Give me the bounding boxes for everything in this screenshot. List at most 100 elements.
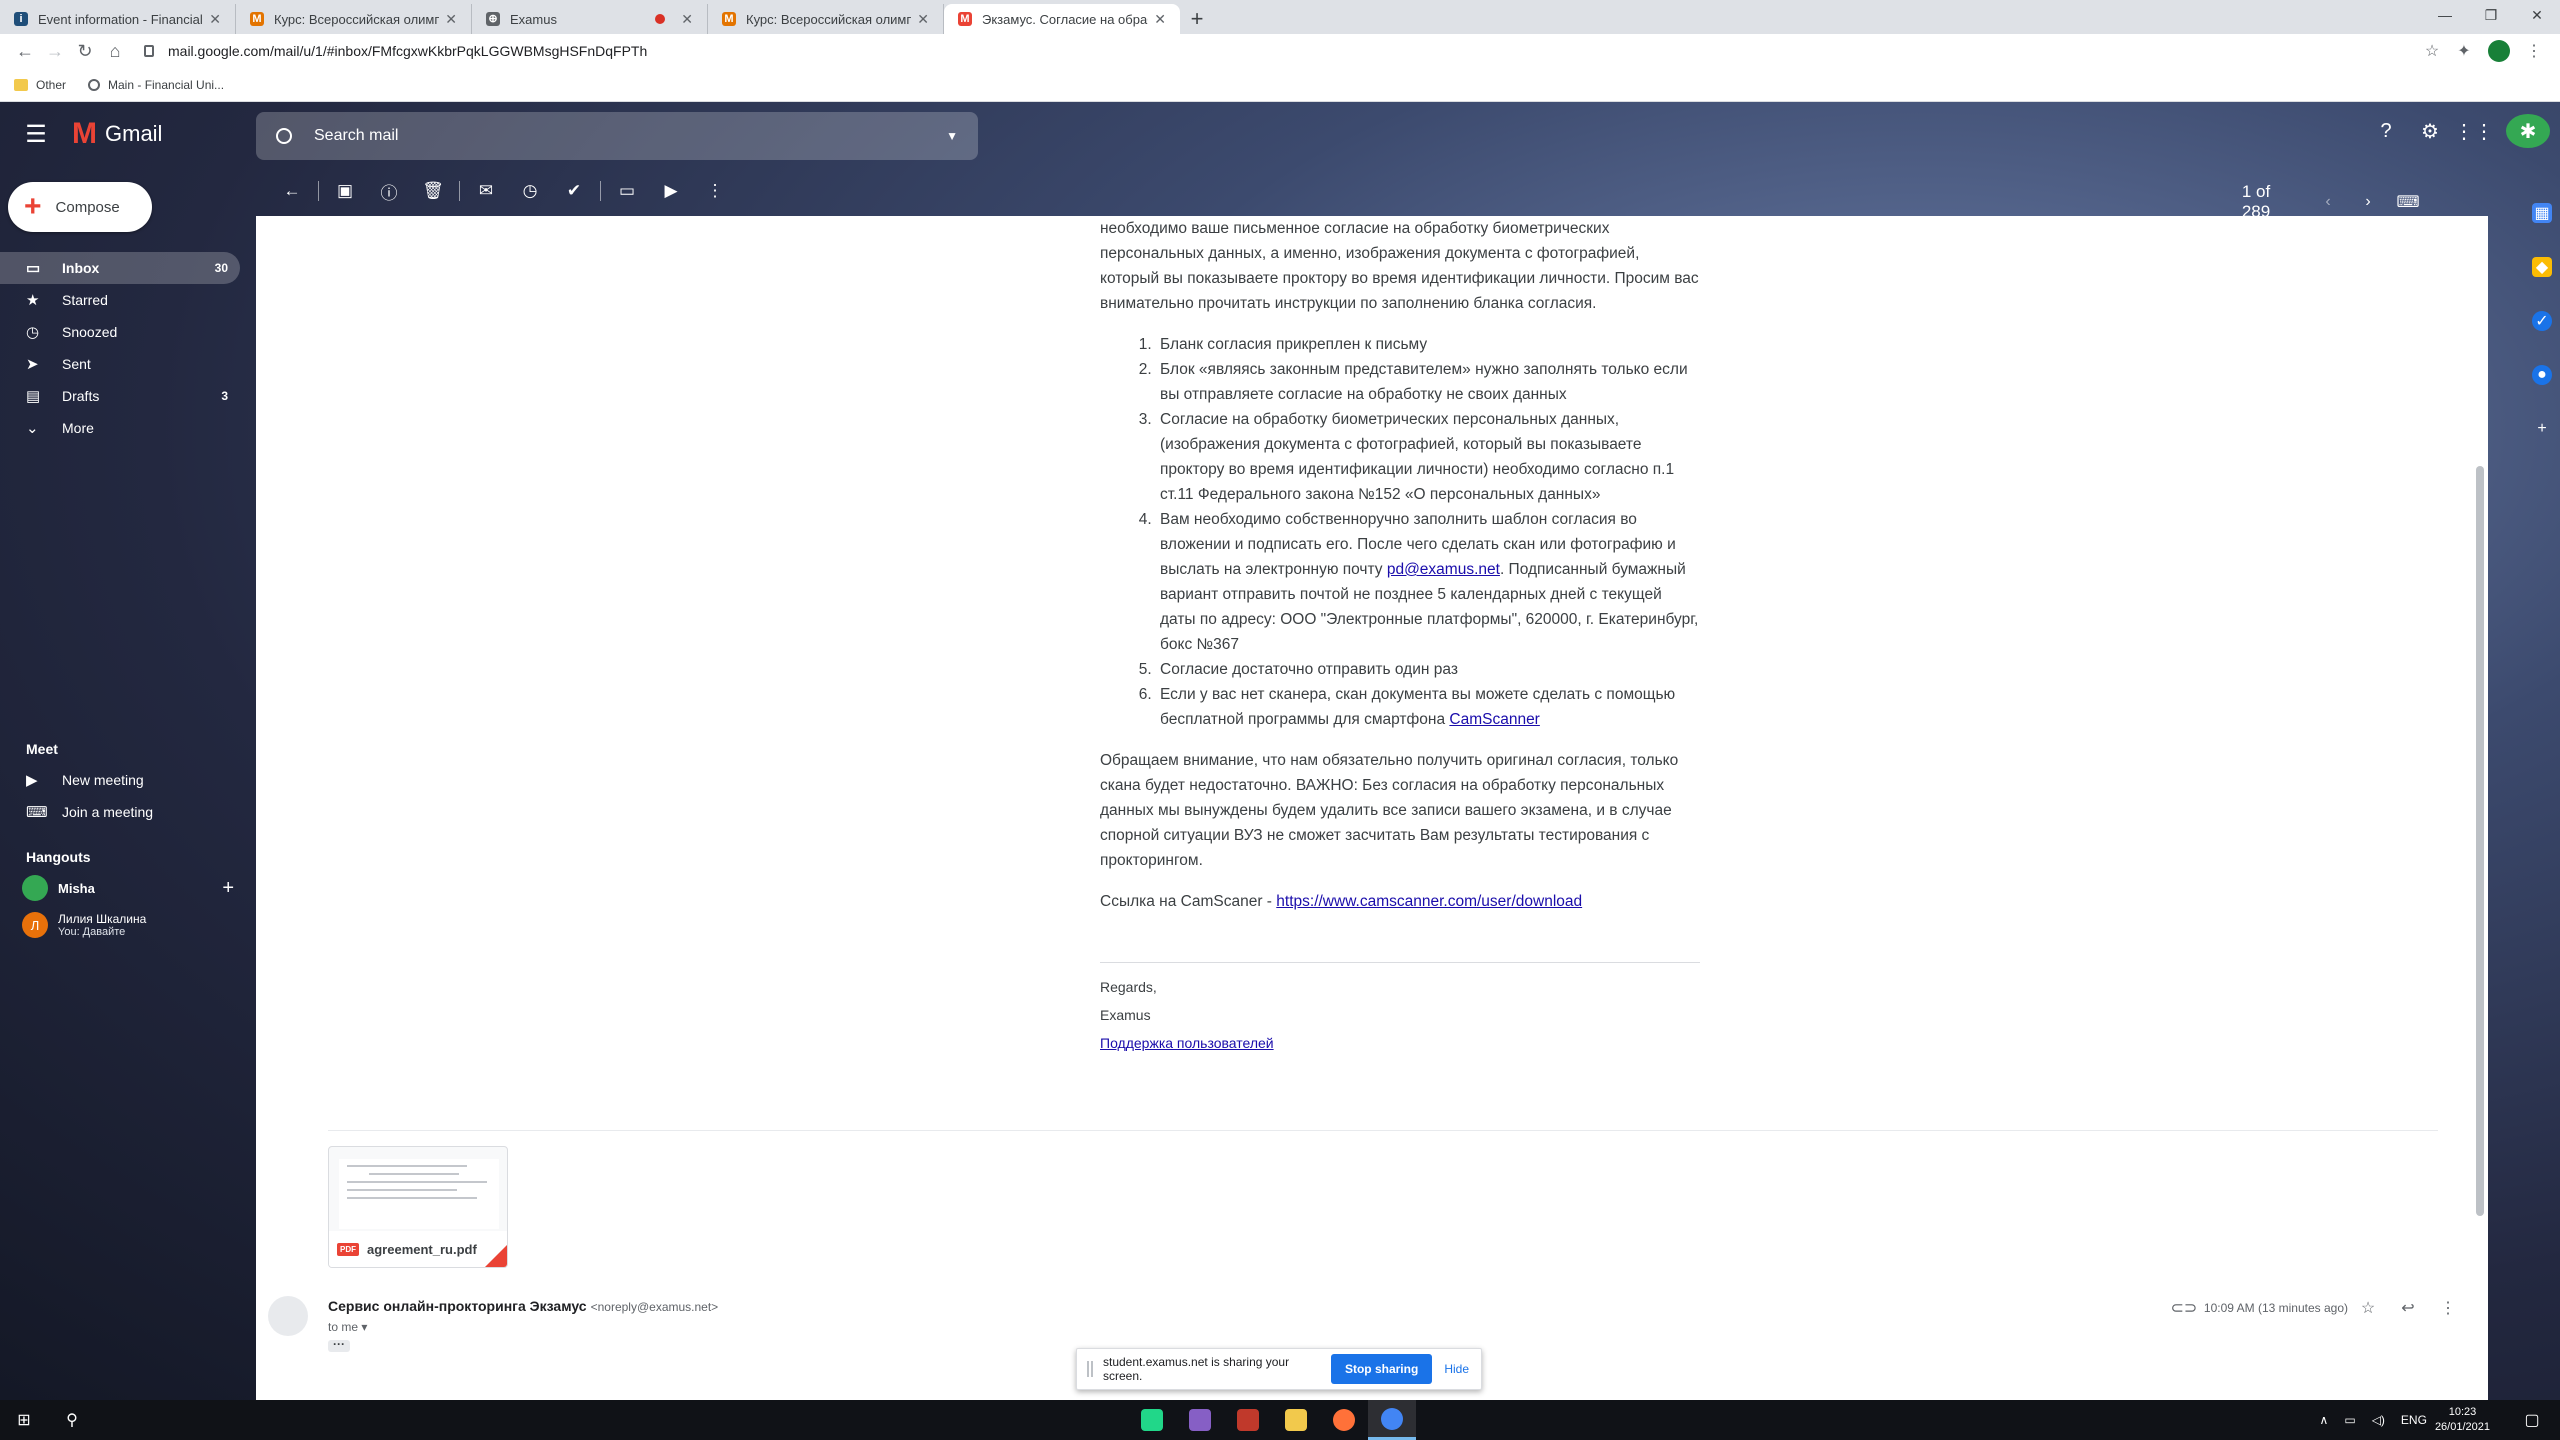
- close-tab-icon[interactable]: ✕: [681, 11, 693, 28]
- nav-label: More: [62, 420, 94, 436]
- close-tab-icon[interactable]: ✕: [445, 11, 457, 28]
- camscanner-download-link[interactable]: https://www.camscanner.com/user/download: [1276, 893, 1582, 910]
- search-icon[interactable]: ⚲: [48, 1410, 96, 1430]
- reload-icon[interactable]: ↻: [70, 37, 100, 65]
- browser-tab[interactable]: M Курс: Всероссийская олимпиада ✕: [708, 4, 944, 34]
- recipient-details[interactable]: to me ▾: [328, 1320, 367, 1334]
- gear-icon[interactable]: ⚙: [2408, 119, 2452, 144]
- browser-tab[interactable]: M Курс: Всероссийская олимпиада ✕: [236, 4, 472, 34]
- browser-tab-active[interactable]: M Экзамус. Согласие на обработк ✕: [944, 4, 1180, 34]
- newer-icon[interactable]: ‹: [2308, 193, 2348, 211]
- close-tab-icon[interactable]: ✕: [917, 11, 929, 28]
- url-field[interactable]: mail.google.com/mail/u/1/#inbox/FMfcgxwK…: [130, 37, 2416, 65]
- nav-item-starred[interactable]: ★ Starred: [0, 284, 240, 316]
- main-menu-icon[interactable]: ☰: [0, 120, 72, 149]
- more-options-icon[interactable]: ⋮: [693, 181, 737, 201]
- search-icon[interactable]: [276, 128, 292, 144]
- new-meeting-link[interactable]: ▶ New meeting: [0, 764, 240, 796]
- scrollbar[interactable]: [2476, 466, 2484, 1216]
- minimize-icon[interactable]: —: [2422, 0, 2468, 30]
- more-options-icon[interactable]: ⋮: [2428, 1298, 2468, 1318]
- add-chat-icon[interactable]: +: [222, 877, 234, 900]
- chrome-icon[interactable]: [1368, 1400, 1416, 1440]
- clock[interactable]: 10:23 26/01/2021: [2435, 1405, 2490, 1435]
- close-tab-icon[interactable]: ✕: [1154, 11, 1166, 28]
- attachment-card[interactable]: PDF agreement_ru.pdf: [328, 1146, 508, 1268]
- star-icon[interactable]: ☆: [2348, 1298, 2388, 1318]
- contacts-icon[interactable]: ●: [2532, 365, 2552, 385]
- settings-app-icon[interactable]: [1224, 1400, 1272, 1440]
- apps-grid-icon[interactable]: ⋮⋮: [2452, 119, 2496, 144]
- close-tab-icon[interactable]: ✕: [209, 11, 221, 28]
- search-input[interactable]: Search mail: [314, 127, 946, 145]
- hangouts-heading: Hangouts: [26, 849, 91, 865]
- keep-icon[interactable]: ◆: [2532, 257, 2552, 277]
- archive-icon[interactable]: ▣: [323, 181, 367, 201]
- nav-item-sent[interactable]: ➤ Sent: [0, 348, 240, 380]
- divider: [459, 181, 460, 201]
- camscanner-link[interactable]: CamScanner: [1449, 711, 1539, 728]
- hangouts-user[interactable]: Misha +: [0, 872, 256, 904]
- nav-item-more[interactable]: ⌄ More: [0, 412, 240, 444]
- bookmark-star-icon[interactable]: ☆: [2416, 41, 2448, 61]
- header-icons: ? ⚙ ⋮⋮ ✱: [2364, 114, 2560, 148]
- stop-sharing-button[interactable]: Stop sharing: [1330, 1354, 1433, 1384]
- home-icon[interactable]: ⌂: [100, 37, 130, 65]
- attachment-clip-icon: ⊂⊃: [2170, 1300, 2198, 1317]
- volume-icon[interactable]: ◁): [2372, 1413, 2385, 1427]
- show-trimmed-icon[interactable]: ···: [328, 1338, 350, 1352]
- forward-icon[interactable]: →: [40, 37, 70, 65]
- report-spam-icon[interactable]: ⓘ: [367, 179, 411, 204]
- back-to-inbox-icon[interactable]: ←: [270, 181, 314, 201]
- gmail-logo[interactable]: M Gmail: [72, 117, 256, 151]
- bookmark-folder[interactable]: Other: [14, 78, 66, 92]
- account-avatar[interactable]: ✱: [2506, 114, 2550, 148]
- calendar-icon[interactable]: ▦: [2532, 203, 2552, 223]
- network-icon[interactable]: ▭: [2344, 1413, 2355, 1427]
- add-addon-icon[interactable]: +: [2532, 419, 2552, 439]
- language-indicator[interactable]: ENG: [2401, 1413, 2427, 1427]
- nav-item-drafts[interactable]: ▤ Drafts 3: [0, 380, 240, 412]
- nav-item-inbox[interactable]: ▭ Inbox 30: [0, 252, 240, 284]
- move-to-icon[interactable]: ▭: [605, 181, 649, 201]
- notifications-icon[interactable]: ▢: [2512, 1410, 2552, 1430]
- browser-tab[interactable]: ⊕ Examus ✕: [472, 4, 708, 34]
- delete-icon[interactable]: 🗑: [411, 181, 455, 201]
- reply-icon[interactable]: ↩: [2388, 1298, 2428, 1318]
- help-icon[interactable]: ?: [2364, 120, 2408, 143]
- visual-studio-icon[interactable]: [1176, 1400, 1224, 1440]
- list-item: Вам необходимо собственноручно заполнить…: [1156, 507, 1700, 657]
- close-window-icon[interactable]: ✕: [2514, 0, 2560, 30]
- join-meeting-link[interactable]: ⌨ Join a meeting: [0, 796, 240, 828]
- drag-handle-icon[interactable]: [1087, 1361, 1093, 1377]
- tray-chevron-icon[interactable]: ∧: [2320, 1413, 2329, 1427]
- older-icon[interactable]: ›: [2348, 193, 2388, 211]
- chrome-menu-icon[interactable]: ⋮: [2518, 41, 2550, 61]
- snooze-icon[interactable]: ◷: [508, 181, 552, 201]
- windows-start-icon[interactable]: ⊞: [0, 1410, 48, 1430]
- tasks-icon[interactable]: ✓: [2532, 311, 2552, 331]
- browser-tab[interactable]: i Event information - Financial Uni ✕: [0, 4, 236, 34]
- pycharm-icon[interactable]: [1128, 1400, 1176, 1440]
- search-options-icon[interactable]: ▼: [946, 129, 958, 143]
- bookmark-item[interactable]: Main - Financial Uni...: [88, 78, 224, 92]
- search-bar[interactable]: Search mail ▼: [256, 112, 978, 160]
- mark-unread-icon[interactable]: ✉: [464, 181, 508, 201]
- new-tab-button[interactable]: +: [1180, 4, 1214, 34]
- add-to-tasks-icon[interactable]: ✔: [552, 181, 596, 201]
- maximize-icon[interactable]: ❐: [2468, 0, 2514, 30]
- nav-label: Drafts: [62, 388, 100, 404]
- file-explorer-icon[interactable]: [1272, 1400, 1320, 1440]
- firefox-icon[interactable]: [1320, 1400, 1368, 1440]
- compose-button[interactable]: + Compose: [8, 182, 152, 232]
- extensions-icon[interactable]: ✦: [2448, 41, 2480, 61]
- email-link[interactable]: pd@examus.net: [1387, 561, 1500, 578]
- input-tools-icon[interactable]: ⌨: [2388, 192, 2428, 212]
- back-icon[interactable]: ←: [10, 37, 40, 65]
- label-icon[interactable]: ▶: [649, 181, 693, 201]
- profile-avatar[interactable]: [2488, 40, 2510, 62]
- support-link[interactable]: Поддержка пользователей: [1100, 1029, 1700, 1057]
- nav-item-snoozed[interactable]: ◷ Snoozed: [0, 316, 240, 348]
- hangouts-contact[interactable]: Л Лилия Шкалина You: Давайте: [0, 904, 256, 946]
- hide-button[interactable]: Hide: [1444, 1362, 1469, 1376]
